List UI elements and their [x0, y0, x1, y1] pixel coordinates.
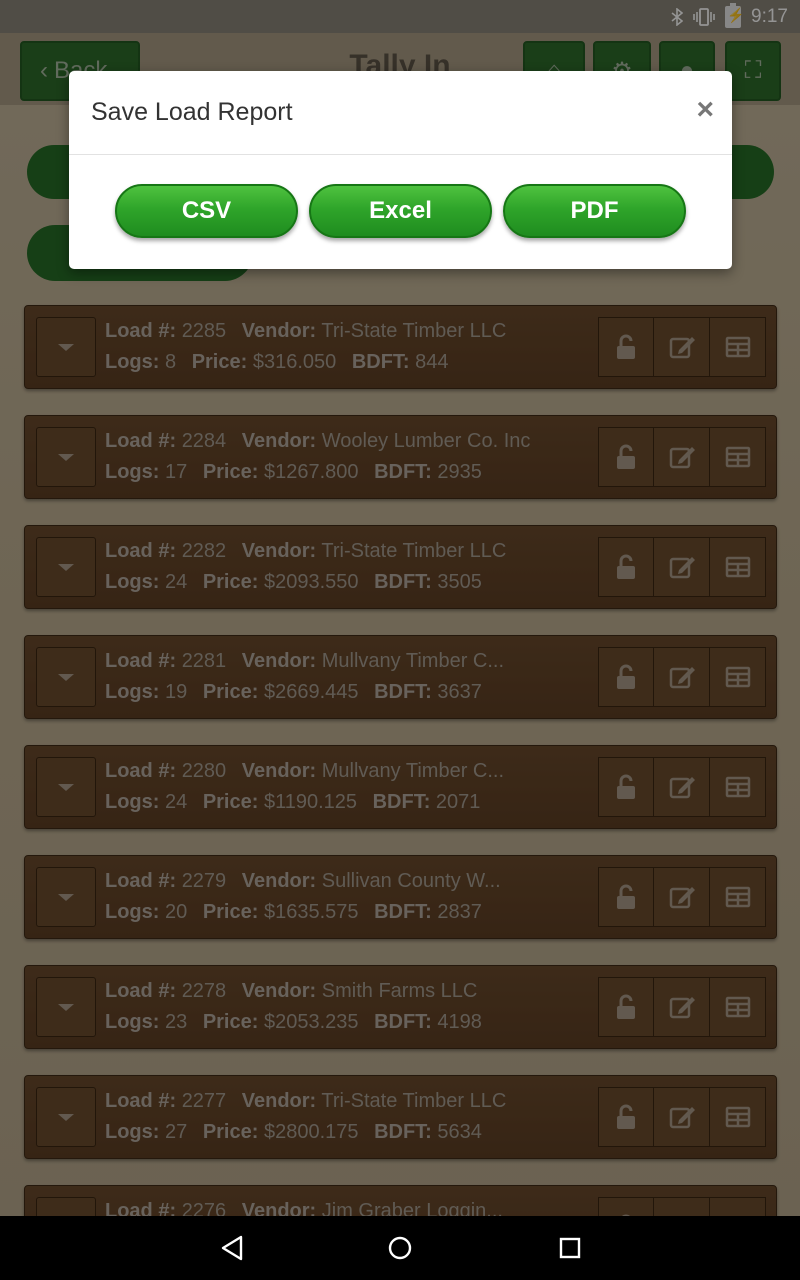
circle-home-icon: [388, 1236, 412, 1260]
nav-back-button[interactable]: [215, 1216, 249, 1280]
square-recents-icon: [559, 1237, 581, 1259]
pdf-button[interactable]: PDF: [503, 184, 686, 238]
android-nav-bar: [0, 1216, 800, 1280]
dialog-title: Save Load Report: [91, 98, 293, 126]
nav-home-button[interactable]: [383, 1216, 417, 1280]
save-load-report-dialog: Save Load Report × CSV Excel PDF: [69, 71, 732, 269]
excel-button[interactable]: Excel: [309, 184, 492, 238]
dialog-body: CSV Excel PDF: [69, 155, 732, 238]
close-icon[interactable]: ×: [696, 95, 714, 125]
csv-button[interactable]: CSV: [115, 184, 298, 238]
triangle-back-icon: [221, 1235, 243, 1261]
nav-recents-button[interactable]: [553, 1216, 587, 1280]
dialog-header: Save Load Report ×: [69, 71, 732, 155]
